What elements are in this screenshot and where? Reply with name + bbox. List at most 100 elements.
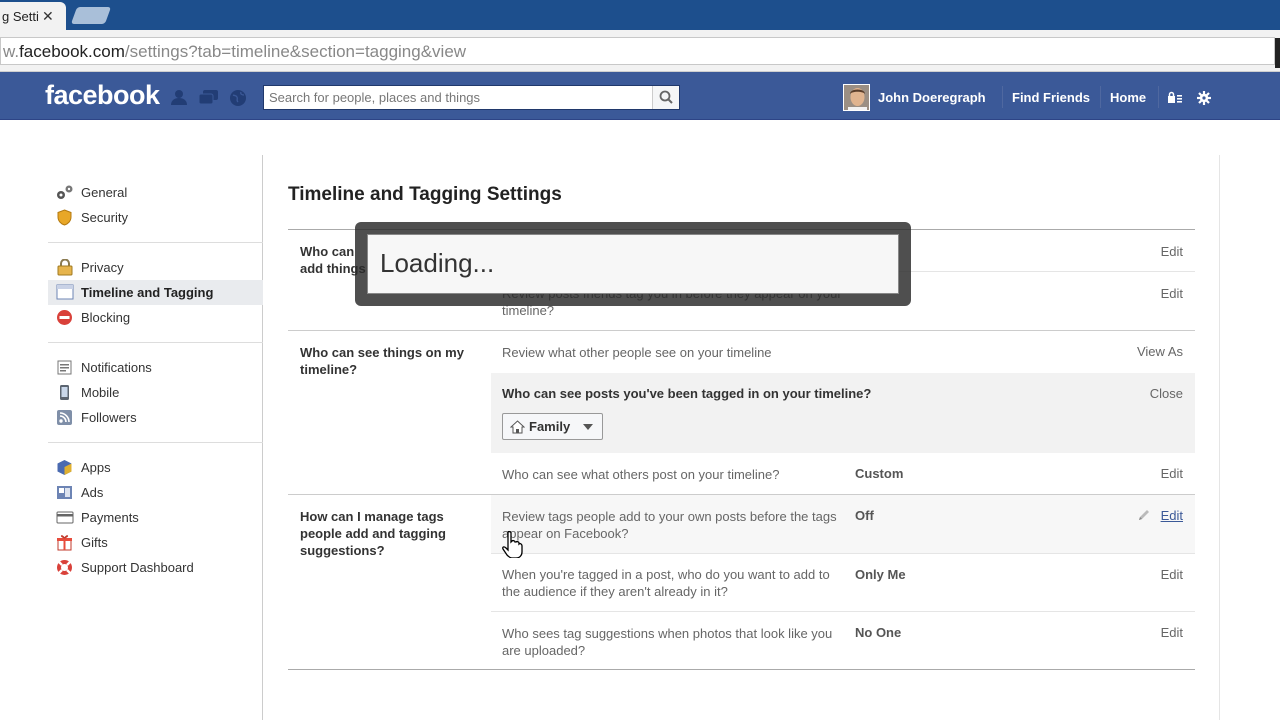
sidebar-item-label: Gifts [81, 535, 108, 550]
sidebar-item-ads[interactable]: Ads [48, 480, 263, 505]
notifications-icon [56, 359, 73, 375]
sidebar-item-label: General [81, 185, 128, 200]
sidebar-item-label: Apps [81, 460, 111, 475]
section-divider [288, 330, 1195, 331]
card-icon [56, 509, 74, 525]
close-link[interactable]: Close [1150, 386, 1183, 401]
hand-cursor-icon [502, 530, 524, 559]
section-label-who-can-see: Who can see things on my timeline? [300, 345, 464, 377]
nav-divider [1158, 86, 1159, 108]
sidebar-item-timeline-and-tagging[interactable]: Timeline and Tagging [48, 280, 263, 305]
url-host: facebook.com [19, 42, 125, 61]
tab-title: g Setti [2, 9, 39, 24]
nav-divider [1002, 86, 1003, 108]
sidebar-item-label: Followers [81, 410, 137, 425]
ads-icon [56, 484, 73, 500]
section-divider [288, 669, 1195, 670]
messages-icon[interactable] [198, 89, 218, 105]
sidebar-item-label: Timeline and Tagging [81, 285, 214, 300]
home-link[interactable]: Home [1110, 90, 1146, 105]
sidebar-item-general[interactable]: General [48, 180, 263, 205]
phone-icon [56, 384, 73, 400]
edit-link[interactable]: Edit [1161, 508, 1183, 523]
setting-value: Off [855, 508, 874, 523]
setting-question: Review tags people add to your own posts… [502, 509, 837, 541]
audience-selector[interactable]: Family [502, 413, 603, 440]
gear-icon[interactable] [1197, 91, 1211, 108]
expanded-setting-title: Who can see posts you've been tagged in … [502, 386, 872, 401]
sidebar-item-blocking[interactable]: Blocking [48, 305, 263, 330]
audience-label: Family [529, 419, 571, 434]
gears-icon [56, 184, 73, 200]
address-bar: w.facebook.com/settings?tab=timeline&sec… [0, 30, 1280, 72]
edit-link[interactable]: Edit [1161, 244, 1183, 259]
lifebuoy-icon [56, 559, 73, 575]
sidebar-divider [48, 242, 263, 243]
chevron-down-icon [583, 424, 593, 430]
setting-question: Who sees tag suggestions when photos tha… [502, 626, 833, 658]
search-button[interactable] [652, 86, 679, 109]
edit-link[interactable]: Edit [1161, 466, 1183, 481]
sidebar-item-mobile[interactable]: Mobile [48, 380, 263, 405]
setting-question: Review what other people see on your tim… [502, 345, 772, 360]
row-divider [491, 553, 1195, 554]
loading-text: Loading... [367, 234, 899, 294]
sidebar-item-followers[interactable]: Followers [48, 405, 263, 430]
privacy-shortcuts-icon[interactable] [1167, 91, 1183, 107]
setting-question: When you're tagged in a post, who do you… [502, 567, 830, 599]
cube-icon [56, 459, 73, 475]
setting-value: Custom [855, 466, 904, 481]
sidebar-divider [48, 342, 263, 343]
new-tab-button[interactable] [70, 7, 112, 24]
sidebar-item-label: Security [81, 210, 128, 225]
notifications-globe-icon[interactable] [229, 89, 247, 106]
search-input[interactable] [264, 86, 652, 109]
timeline-icon [56, 284, 74, 300]
setting-value: Only Me [855, 567, 906, 582]
sidebar-item-label: Notifications [81, 360, 152, 375]
url-prefix: w. [3, 42, 20, 61]
rss-icon [56, 409, 73, 425]
browser-tab[interactable]: g Setti ✕ [0, 2, 66, 30]
sidebar-item-privacy[interactable]: Privacy [48, 255, 263, 280]
sidebar-item-label: Blocking [81, 310, 131, 325]
search-box [263, 85, 680, 110]
page-title: Timeline and Tagging Settings [288, 184, 562, 205]
home-icon [509, 420, 526, 434]
browser-tab-bar: g Setti ✕ [0, 0, 1280, 30]
gift-icon [56, 534, 73, 551]
view-as-link[interactable]: View As [1137, 344, 1183, 359]
row-divider [491, 611, 1195, 612]
friend-requests-icon[interactable] [170, 89, 188, 105]
expanded-setting-panel: Who can see posts you've been tagged in … [491, 373, 1195, 453]
tab-close-icon[interactable]: ✕ [42, 8, 54, 25]
edit-link[interactable]: Edit [1161, 567, 1183, 582]
sidebar-item-label: Mobile [81, 385, 120, 400]
search-icon [659, 90, 673, 104]
facebook-logo[interactable]: facebook [45, 80, 160, 111]
url-field[interactable]: w.facebook.com/settings?tab=timeline&sec… [0, 37, 1275, 65]
sidebar-item-apps[interactable]: Apps [48, 455, 263, 480]
url-path: /settings?tab=timeline&section=tagging&v… [124, 42, 467, 61]
sidebar-item-payments[interactable]: Payments [48, 505, 263, 530]
find-friends-link[interactable]: Find Friends [1012, 90, 1090, 105]
settings-sidebar: General Security Privacy Timeline and Ta… [48, 180, 263, 580]
sidebar-item-notifications[interactable]: Notifications [48, 355, 263, 380]
sidebar-item-support-dashboard[interactable]: Support Dashboard [48, 555, 263, 580]
lock-icon [56, 258, 73, 276]
facebook-header: facebook John Doeregraph Find Friends Ho… [0, 72, 1280, 120]
sidebar-item-gifts[interactable]: Gifts [48, 530, 263, 555]
shield-icon [56, 209, 73, 226]
window-edge [1275, 38, 1280, 68]
sidebar-item-security[interactable]: Security [48, 205, 263, 230]
edit-link[interactable]: Edit [1161, 625, 1183, 640]
block-icon [56, 309, 73, 325]
avatar[interactable] [843, 84, 870, 111]
edit-link[interactable]: Edit [1161, 286, 1183, 301]
sidebar-item-label: Support Dashboard [81, 560, 194, 575]
sidebar-item-label: Ads [81, 485, 104, 500]
setting-question: Who can see what others post on your tim… [502, 467, 780, 482]
nav-divider [1100, 86, 1101, 108]
profile-link[interactable]: John Doeregraph [878, 90, 986, 105]
sidebar-item-label: Payments [81, 510, 139, 525]
